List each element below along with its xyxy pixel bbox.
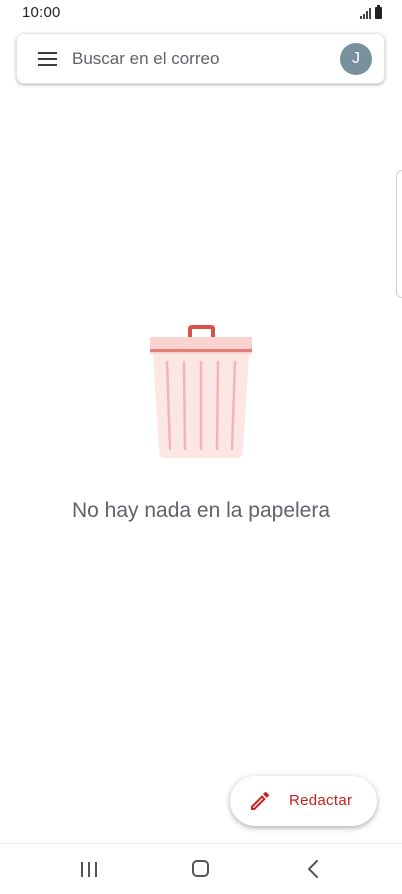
compose-label: Redactar xyxy=(289,792,353,809)
search-input[interactable]: Buscar en el correo xyxy=(72,49,219,69)
menu-icon[interactable] xyxy=(38,52,57,66)
status-icons xyxy=(360,5,382,19)
signal-icon xyxy=(360,8,371,19)
search-bar[interactable]: Buscar en el correo J xyxy=(16,33,385,84)
avatar-initial: J xyxy=(352,50,360,67)
navigation-bar xyxy=(0,843,402,894)
edge-panel-handle[interactable] xyxy=(396,170,402,298)
battery-icon xyxy=(375,5,382,19)
back-icon[interactable] xyxy=(303,858,323,880)
home-icon[interactable] xyxy=(192,860,209,877)
avatar[interactable]: J xyxy=(340,43,372,75)
empty-state-message: No hay nada en la papelera xyxy=(71,499,331,522)
status-bar: 10:00 xyxy=(0,0,402,26)
status-time: 10:00 xyxy=(22,4,61,21)
pencil-icon xyxy=(248,789,272,813)
trash-can-icon xyxy=(148,324,254,462)
compose-button[interactable]: Redactar xyxy=(230,776,377,826)
recents-icon[interactable] xyxy=(78,861,100,879)
